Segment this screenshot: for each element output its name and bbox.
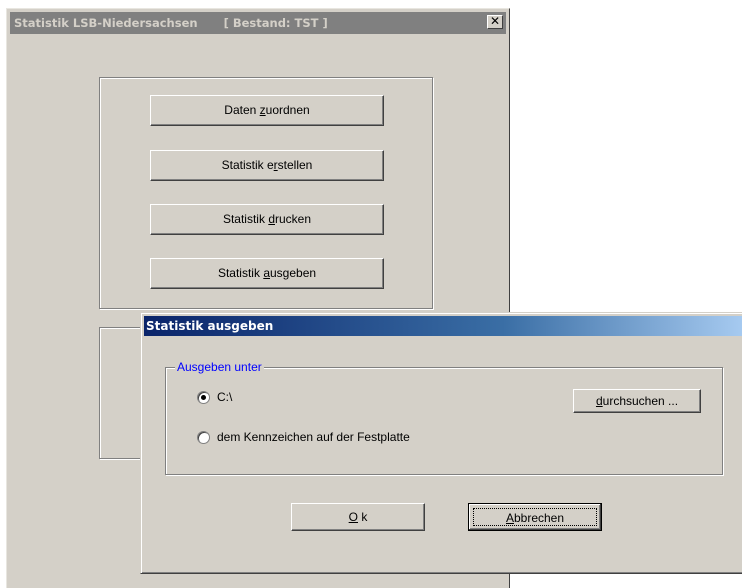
main-titlebar[interactable]: Statistik LSB-Niedersachsen [ Bestand: TS… xyxy=(10,12,506,34)
ok-button[interactable]: O k xyxy=(291,503,425,531)
output-location-groupbox xyxy=(165,367,723,475)
create-statistic-button[interactable]: Statistik erstellen xyxy=(150,150,384,181)
close-icon: ✕ xyxy=(489,14,501,28)
radio-selected-dot xyxy=(201,395,206,400)
print-statistic-button[interactable]: Statistik drucken xyxy=(150,204,384,235)
assign-data-button[interactable]: Daten zuordnen xyxy=(150,95,384,126)
window-title: Statistik LSB-Niedersachsen xyxy=(14,16,198,30)
close-button[interactable]: ✕ xyxy=(487,15,503,29)
output-dialog: Statistik ausgeben Ausgeben unter C:\ de… xyxy=(140,312,742,574)
dialog-titlebar[interactable]: Statistik ausgeben xyxy=(144,316,742,336)
output-location-label: Ausgeben unter xyxy=(175,360,264,374)
dialog-title: Statistik ausgeben xyxy=(146,319,274,333)
radio-license-plate[interactable] xyxy=(197,431,210,444)
radio-path-label[interactable]: C:\ xyxy=(217,390,232,404)
radio-license-plate-label[interactable]: dem Kennzeichen auf der Festplatte xyxy=(217,430,410,444)
window-title-inventory: [ Bestand: TST ] xyxy=(223,16,328,30)
browse-button[interactable]: durchsuchen ... xyxy=(573,389,701,413)
focus-rectangle: Abbrechen xyxy=(473,508,597,526)
radio-path[interactable] xyxy=(197,391,210,404)
cancel-button[interactable]: Abbrechen xyxy=(468,503,602,531)
output-statistic-button[interactable]: Statistik ausgeben xyxy=(150,258,384,289)
